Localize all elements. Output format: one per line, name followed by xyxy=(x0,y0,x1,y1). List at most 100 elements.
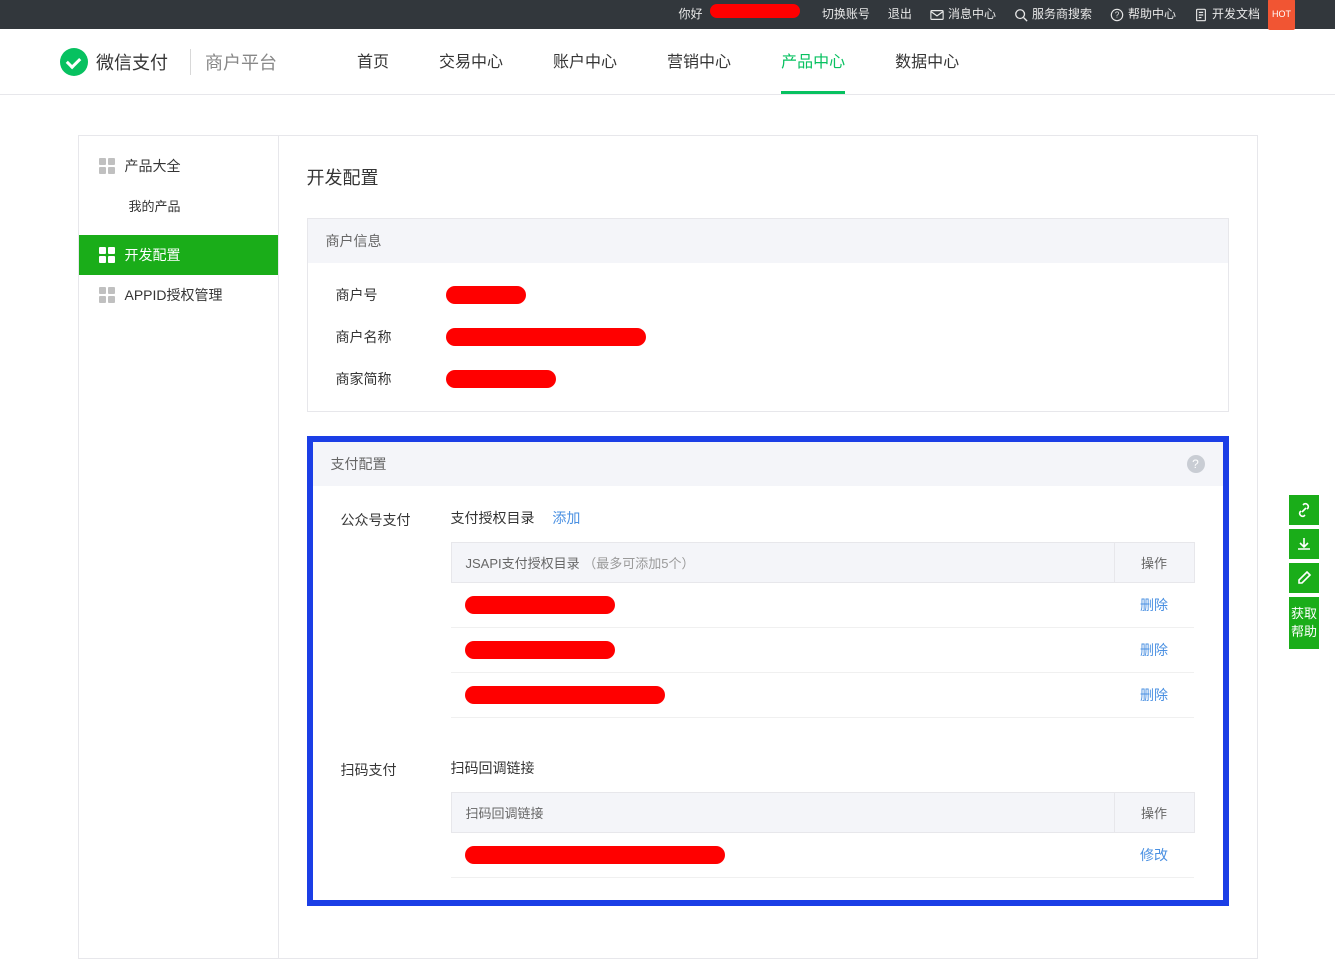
sidebar-appid-label: APPID授权管理 xyxy=(125,285,223,305)
dev-docs-label: 开发文档 xyxy=(1212,0,1260,29)
pay-config-panel: 支付配置 ? 公众号支付 支付授权目录 添加 xyxy=(307,436,1229,906)
merchant-name-label: 商户名称 xyxy=(336,327,446,347)
jsapi-table: JSAPI支付授权目录 （最多可添加5个） 操作 删除 xyxy=(451,542,1195,718)
jsapi-title: 支付授权目录 xyxy=(451,510,535,526)
redacted-merchant-short xyxy=(446,370,556,388)
main-nav: 首页 交易中心 账户中心 营销中心 产品中心 数据中心 xyxy=(357,29,959,94)
redacted-username xyxy=(710,4,800,18)
right-rail: 获取帮助 xyxy=(1289,495,1319,649)
nav-home[interactable]: 首页 xyxy=(357,29,389,94)
content-wrap: 产品大全 我的产品 开发配置 APPID授权管理 开发配置 商户信息 商户号 xyxy=(78,135,1258,959)
merchant-short-label: 商家简称 xyxy=(336,369,446,389)
sidebar-group-products: 产品大全 我的产品 xyxy=(79,136,278,235)
grid-icon xyxy=(99,158,115,174)
message-center-link[interactable]: 消息中心 xyxy=(930,0,996,29)
sidebar-item-appid[interactable]: APPID授权管理 xyxy=(79,275,278,315)
scan-section-body: 扫码回调链接 扫码回调链接 操作 xyxy=(451,758,1195,878)
nav-account[interactable]: 账户中心 xyxy=(553,29,617,94)
greeting: 你好 xyxy=(679,0,804,29)
rail-help-button[interactable]: 获取帮助 xyxy=(1289,597,1319,649)
scan-section: 扫码支付 扫码回调链接 扫码回调链接 操作 xyxy=(341,758,1195,878)
search-icon xyxy=(1014,8,1028,22)
merchant-panel-title: 商户信息 xyxy=(326,231,382,251)
merchant-info-panel: 商户信息 商户号 商户名称 商家简称 xyxy=(307,218,1229,412)
jsapi-section-label: 公众号支付 xyxy=(341,508,451,718)
payconfig-panel-title: 支付配置 xyxy=(331,454,387,474)
document-icon xyxy=(1194,8,1208,22)
redacted-scan-url xyxy=(465,846,725,864)
delete-link[interactable]: 删除 xyxy=(1140,597,1168,613)
wechat-pay-icon xyxy=(60,48,88,76)
switch-account-link[interactable]: 切换账号 xyxy=(822,0,870,29)
payconfig-panel-header: 支付配置 ? xyxy=(313,442,1223,486)
page-title: 开发配置 xyxy=(307,164,1229,190)
logout-link[interactable]: 退出 xyxy=(888,0,912,29)
jsapi-title-row: 支付授权目录 添加 xyxy=(451,508,1195,528)
sidebar-item-myproducts[interactable]: 我的产品 xyxy=(79,186,278,225)
provider-search-link[interactable]: 服务商搜索 xyxy=(1014,0,1092,29)
table-row: 删除 xyxy=(451,583,1194,628)
redacted-jsapi-url xyxy=(465,641,615,659)
jsapi-col-label: JSAPI支付授权目录 xyxy=(466,556,580,571)
greeting-text: 你好 xyxy=(679,7,703,21)
help-icon: ? xyxy=(1110,8,1124,22)
payconfig-panel-body: 公众号支付 支付授权目录 添加 JSAPI支付授权目录 （最多 xyxy=(313,486,1223,900)
jsapi-col-dir: JSAPI支付授权目录 （最多可添加5个） xyxy=(451,543,1114,583)
help-center-link[interactable]: ? 帮助中心 xyxy=(1110,0,1176,29)
provider-search-label: 服务商搜索 xyxy=(1032,0,1092,29)
dev-docs-link[interactable]: 开发文档 HOT xyxy=(1194,0,1295,30)
svg-text:?: ? xyxy=(1115,10,1120,19)
sidebar-myproducts-label: 我的产品 xyxy=(129,196,181,215)
brand-text: 微信支付 xyxy=(96,49,168,75)
sidebar-item-devconfig[interactable]: 开发配置 xyxy=(79,235,278,275)
jsapi-col-hint: （最多可添加5个） xyxy=(583,556,694,571)
sidebar-item-catalog[interactable]: 产品大全 xyxy=(79,146,278,186)
redacted-merchant-name xyxy=(446,328,646,346)
merchant-id-row: 商户号 xyxy=(336,285,1200,305)
nav-transaction[interactable]: 交易中心 xyxy=(439,29,503,94)
grid-icon xyxy=(99,287,115,303)
merchant-panel-body: 商户号 商户名称 商家简称 xyxy=(308,263,1228,411)
nav-product[interactable]: 产品中心 xyxy=(781,29,845,94)
nav-data[interactable]: 数据中心 xyxy=(895,29,959,94)
grid-icon xyxy=(99,247,115,263)
scan-title-row: 扫码回调链接 xyxy=(451,758,1195,778)
mail-icon xyxy=(930,8,944,22)
scan-col-url: 扫码回调链接 xyxy=(451,793,1114,833)
help-center-label: 帮助中心 xyxy=(1128,0,1176,29)
redacted-jsapi-url xyxy=(465,596,615,614)
sidebar: 产品大全 我的产品 开发配置 APPID授权管理 xyxy=(78,135,278,959)
rail-link-icon[interactable] xyxy=(1289,495,1319,525)
merchant-panel-header: 商户信息 xyxy=(308,219,1228,263)
table-row: 删除 xyxy=(451,673,1194,718)
delete-link[interactable]: 删除 xyxy=(1140,642,1168,658)
hot-badge: HOT xyxy=(1268,0,1295,30)
scan-title: 扫码回调链接 xyxy=(451,760,535,776)
table-row: 删除 xyxy=(451,628,1194,673)
rail-edit-icon[interactable] xyxy=(1289,563,1319,593)
scan-table: 扫码回调链接 操作 修改 xyxy=(451,792,1195,878)
header: 微信支付 商户平台 首页 交易中心 账户中心 营销中心 产品中心 数据中心 xyxy=(0,29,1335,95)
redacted-merchant-id xyxy=(446,286,526,304)
jsapi-section: 公众号支付 支付授权目录 添加 JSAPI支付授权目录 （最多 xyxy=(341,508,1195,718)
merchant-short-row: 商家简称 xyxy=(336,369,1200,389)
help-circle-icon[interactable]: ? xyxy=(1187,455,1205,473)
modify-link[interactable]: 修改 xyxy=(1140,847,1168,863)
merchant-name-row: 商户名称 xyxy=(336,327,1200,347)
jsapi-add-link[interactable]: 添加 xyxy=(552,510,580,526)
brand-sub: 商户平台 xyxy=(190,49,277,75)
top-utility-bar: 你好 切换账号 退出 消息中心 服务商搜索 ? 帮助中心 开发文档 HOT xyxy=(0,0,1335,29)
scan-section-label: 扫码支付 xyxy=(341,758,451,878)
merchant-id-label: 商户号 xyxy=(336,285,446,305)
jsapi-section-body: 支付授权目录 添加 JSAPI支付授权目录 （最多可添加5个） xyxy=(451,508,1195,718)
logo[interactable]: 微信支付 商户平台 xyxy=(60,48,277,76)
jsapi-col-op: 操作 xyxy=(1114,543,1194,583)
table-row: 修改 xyxy=(451,833,1194,878)
nav-marketing[interactable]: 营销中心 xyxy=(667,29,731,94)
delete-link[interactable]: 删除 xyxy=(1140,687,1168,703)
rail-download-icon[interactable] xyxy=(1289,529,1319,559)
sidebar-catalog-label: 产品大全 xyxy=(125,156,181,176)
main-content: 开发配置 商户信息 商户号 商户名称 商家简称 xyxy=(278,135,1258,959)
sidebar-devconfig-label: 开发配置 xyxy=(125,245,181,265)
scan-col-op: 操作 xyxy=(1114,793,1194,833)
